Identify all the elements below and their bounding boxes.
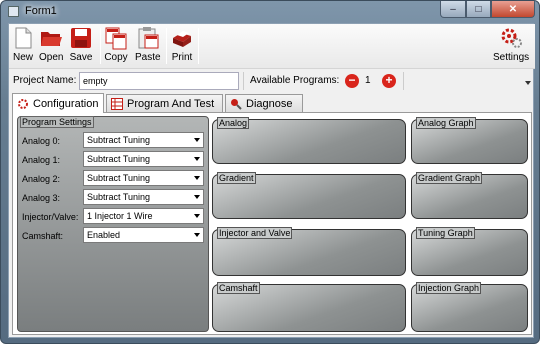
decrease-programs-button[interactable]: − bbox=[345, 74, 359, 88]
new-label: New bbox=[12, 52, 33, 63]
select-value: Subtract Tuning bbox=[87, 173, 151, 183]
open-folder-icon bbox=[39, 26, 63, 50]
settings-label: Settings bbox=[493, 52, 530, 63]
new-button[interactable]: New bbox=[11, 26, 35, 66]
select-value: Subtract Tuning bbox=[87, 192, 151, 202]
dropdown-arrow-icon bbox=[194, 157, 200, 161]
copy-label: Copy bbox=[104, 52, 128, 63]
dropdown-arrow-icon bbox=[194, 176, 200, 180]
settings-button[interactable]: Settings bbox=[493, 26, 529, 66]
save-button[interactable]: Save bbox=[69, 26, 93, 66]
grid-icon bbox=[111, 98, 123, 110]
setting-label: Injector/Valve: bbox=[22, 212, 79, 222]
save-disk-icon bbox=[69, 26, 93, 50]
open-label: Open bbox=[39, 52, 64, 63]
row-separator bbox=[243, 72, 244, 90]
gradient-group: Gradient bbox=[212, 172, 406, 219]
setting-label: Analog 0: bbox=[22, 136, 61, 146]
tab-configuration[interactable]: Configuration bbox=[12, 93, 104, 113]
save-label: Save bbox=[69, 52, 93, 63]
group-header: Gradient Graph bbox=[416, 172, 483, 184]
analog-group: Analog bbox=[212, 117, 406, 164]
dropdown-arrow-icon bbox=[194, 214, 200, 218]
copy-icon bbox=[104, 26, 128, 50]
print-button[interactable]: Print bbox=[170, 26, 194, 66]
program-settings-header: Program Settings bbox=[20, 116, 94, 128]
camshaft-group: Camshaft bbox=[212, 282, 406, 332]
select-value: Enabled bbox=[87, 230, 121, 240]
toolbar: New Open Save Copy Paste Print Settings bbox=[9, 24, 535, 69]
app-icon bbox=[8, 6, 19, 17]
available-programs-label: Available Programs: bbox=[250, 75, 340, 86]
printer-icon bbox=[170, 26, 194, 50]
analog-0-select[interactable]: Subtract Tuning bbox=[83, 132, 204, 148]
row-separator bbox=[403, 72, 404, 90]
close-button[interactable]: ✕ bbox=[491, 1, 535, 18]
gear-icon bbox=[17, 98, 29, 110]
tab-configuration-label: Configuration bbox=[33, 97, 99, 110]
injector-and-valve-group: Injector and Valve bbox=[212, 227, 406, 276]
tab-program-and-test[interactable]: Program And Test bbox=[106, 94, 223, 113]
select-value: Subtract Tuning bbox=[87, 135, 151, 145]
dropdown-arrow-icon bbox=[194, 195, 200, 199]
maximize-button[interactable]: □ bbox=[466, 1, 491, 18]
window-title: Form1 bbox=[25, 5, 57, 17]
dropdown-arrow-icon bbox=[194, 233, 200, 237]
gear-icon bbox=[499, 26, 523, 50]
program-settings-group: Program Settings Analog 0: Subtract Tuni… bbox=[17, 116, 209, 332]
setting-label: Analog 1: bbox=[22, 155, 61, 165]
overflow-chevron-icon[interactable] bbox=[525, 81, 531, 85]
group-header: Analog bbox=[217, 117, 250, 129]
setting-label: Analog 2: bbox=[22, 174, 61, 184]
magnifier-icon bbox=[230, 98, 242, 110]
gradient-graph-group: Gradient Graph bbox=[411, 172, 528, 219]
tab-program-and-test-label: Program And Test bbox=[127, 98, 215, 110]
analog-1-select[interactable]: Subtract Tuning bbox=[83, 151, 204, 167]
available-programs-count: 1 bbox=[365, 75, 371, 86]
paste-label: Paste bbox=[135, 52, 161, 63]
print-label: Print bbox=[171, 52, 193, 63]
toolbar-separator bbox=[198, 28, 199, 64]
analog-2-select[interactable]: Subtract Tuning bbox=[83, 170, 204, 186]
project-name-label: Project Name: bbox=[13, 75, 77, 86]
project-row: Project Name: empty Available Programs: … bbox=[9, 70, 535, 92]
client-area: New Open Save Copy Paste Print Settings … bbox=[8, 23, 535, 338]
setting-label: Camshaft: bbox=[22, 231, 64, 241]
window-buttons: ‒ □ ✕ bbox=[440, 1, 535, 18]
tuning-graph-group: Tuning Graph bbox=[411, 227, 528, 276]
toolbar-separator bbox=[166, 28, 167, 64]
copy-button[interactable]: Copy bbox=[104, 26, 128, 66]
group-header: Camshaft bbox=[217, 282, 260, 294]
group-header: Injection Graph bbox=[416, 282, 482, 294]
open-button[interactable]: Open bbox=[39, 26, 63, 66]
group-header: Analog Graph bbox=[416, 117, 476, 129]
dropdown-arrow-icon bbox=[194, 138, 200, 142]
analog-graph-group: Analog Graph bbox=[411, 117, 528, 164]
injector-valve-select[interactable]: 1 Injector 1 Wire bbox=[83, 208, 204, 224]
project-name-input[interactable]: empty bbox=[79, 72, 239, 90]
injection-graph-group: Injection Graph bbox=[411, 282, 528, 332]
minimize-button[interactable]: ‒ bbox=[440, 1, 466, 18]
group-header: Gradient bbox=[217, 172, 256, 184]
new-document-icon bbox=[11, 26, 35, 50]
configuration-panel: Program Settings Analog 0: Subtract Tuni… bbox=[12, 112, 532, 335]
setting-label: Analog 3: bbox=[22, 193, 61, 203]
tab-diagnose-label: Diagnose bbox=[246, 98, 293, 110]
title-bar[interactable]: Form1 ‒ □ ✕ bbox=[1, 1, 539, 23]
tab-diagnose[interactable]: Diagnose bbox=[225, 94, 303, 113]
toolbar-separator bbox=[100, 28, 101, 64]
increase-programs-button[interactable]: + bbox=[382, 74, 396, 88]
group-header: Tuning Graph bbox=[416, 227, 475, 239]
select-value: 1 Injector 1 Wire bbox=[87, 211, 153, 221]
analog-3-select[interactable]: Subtract Tuning bbox=[83, 189, 204, 205]
paste-icon bbox=[136, 26, 160, 50]
app-window: Form1 ‒ □ ✕ New Open Save Copy Paste Pri… bbox=[0, 0, 540, 344]
select-value: Subtract Tuning bbox=[87, 154, 151, 164]
group-header: Injector and Valve bbox=[217, 227, 293, 239]
camshaft-select[interactable]: Enabled bbox=[83, 227, 204, 243]
paste-button[interactable]: Paste bbox=[135, 26, 161, 66]
